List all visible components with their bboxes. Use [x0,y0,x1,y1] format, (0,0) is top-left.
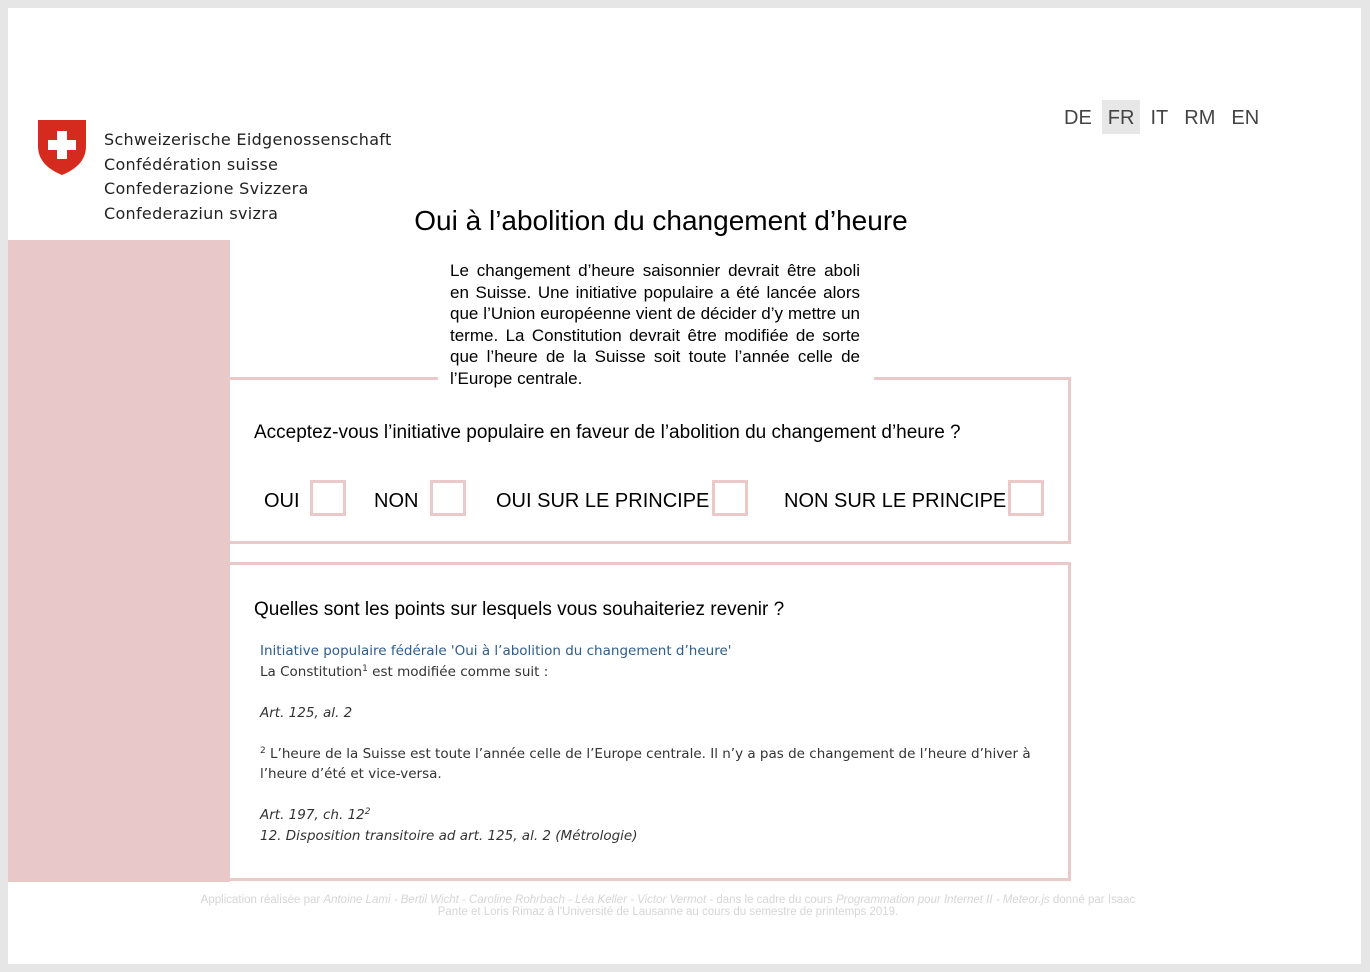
logo-line-fr: Confédération suisse [104,154,279,174]
page-title: Oui à l’abolition du changement d’heure [414,205,908,236]
option-oui-label: OUI [264,490,300,512]
option-non-label: NON [374,490,419,512]
constitution-prefix: La Constitution [260,663,363,680]
transitional-provision: 12. Disposition transitoire ad art. 125,… [260,827,638,844]
article-197-text: Art. 197, ch. 12 [260,807,365,823]
lang-rm[interactable]: RM [1178,100,1221,134]
option-non-principe-label: NON SUR LE PRINCIPE [784,490,1007,512]
paragraph-number: 2 [260,745,266,756]
lang-de[interactable]: DE [1058,100,1098,134]
vote-options: OUI NON OUI SUR LE PRINCIPE NON SUR LE P… [230,480,1068,520]
footer-text-2: - dans le cadre du cours [706,894,836,906]
option-oui-principe-label: OUI SUR LE PRINCIPE [496,490,710,512]
vote-question: Acceptez-vous l’initiative populaire en … [254,422,961,443]
paragraph-text: L’heure de la Suisse est toute l’année c… [260,745,1031,783]
option-non-checkbox[interactable] [430,480,466,516]
logo-line-de: Schweizerische Eidgenossenschaft [104,130,392,149]
vote-panel: Acceptez-vous l’initiative populaire en … [230,377,1071,544]
article-197-heading: Art. 197, ch. 122 [260,805,1060,826]
footer-authors: Antoine Lami - Bertil Wicht - Caroline R… [323,894,707,906]
footer-credits: Application réalisée par Antoine Lami - … [188,894,1148,918]
page: Schweizerische Eidgenossenschaft Confédé… [8,8,1361,964]
lang-it[interactable]: IT [1144,100,1174,134]
sidebar-panel [8,240,230,882]
constitution-line: La Constitution1 est modifiée comme suit… [260,662,1060,683]
option-non-principe-checkbox[interactable] [1008,480,1044,516]
footer-course: Programmation pour Internet II - Meteor.… [835,894,1050,906]
logo-line-it: Confederazione Svizzera [104,179,309,198]
initiative-link[interactable]: Initiative populaire fédérale 'Oui à l’a… [260,641,1060,662]
option-oui-principe-checkbox[interactable] [712,480,748,516]
lang-fr[interactable]: FR [1101,100,1141,134]
footer-text-1: Application réalisée par [200,894,324,906]
footnote-ref-2: 2 [364,807,371,817]
article-125-paragraph: 2 L’heure de la Suisse est toute l’année… [260,744,1060,785]
details-panel: Quelles sont les points sur lesquels vou… [230,562,1071,881]
swiss-shield-icon [38,120,86,175]
language-switcher: DE FR IT RM EN [1058,100,1269,134]
law-text: Initiative populaire fédérale 'Oui à l’a… [260,641,1060,846]
article-125-heading: Art. 125, al. 2 [260,704,353,721]
lang-en[interactable]: EN [1225,100,1265,134]
constitution-suffix: est modifiée comme suit : [367,663,549,680]
intro-text: Le changement d’heure saisonnier devrait… [450,261,860,388]
details-question: Quelles sont les points sur lesquels vou… [254,599,785,620]
option-oui-checkbox[interactable] [310,480,346,516]
footnote-ref-1: 1 [362,663,368,674]
